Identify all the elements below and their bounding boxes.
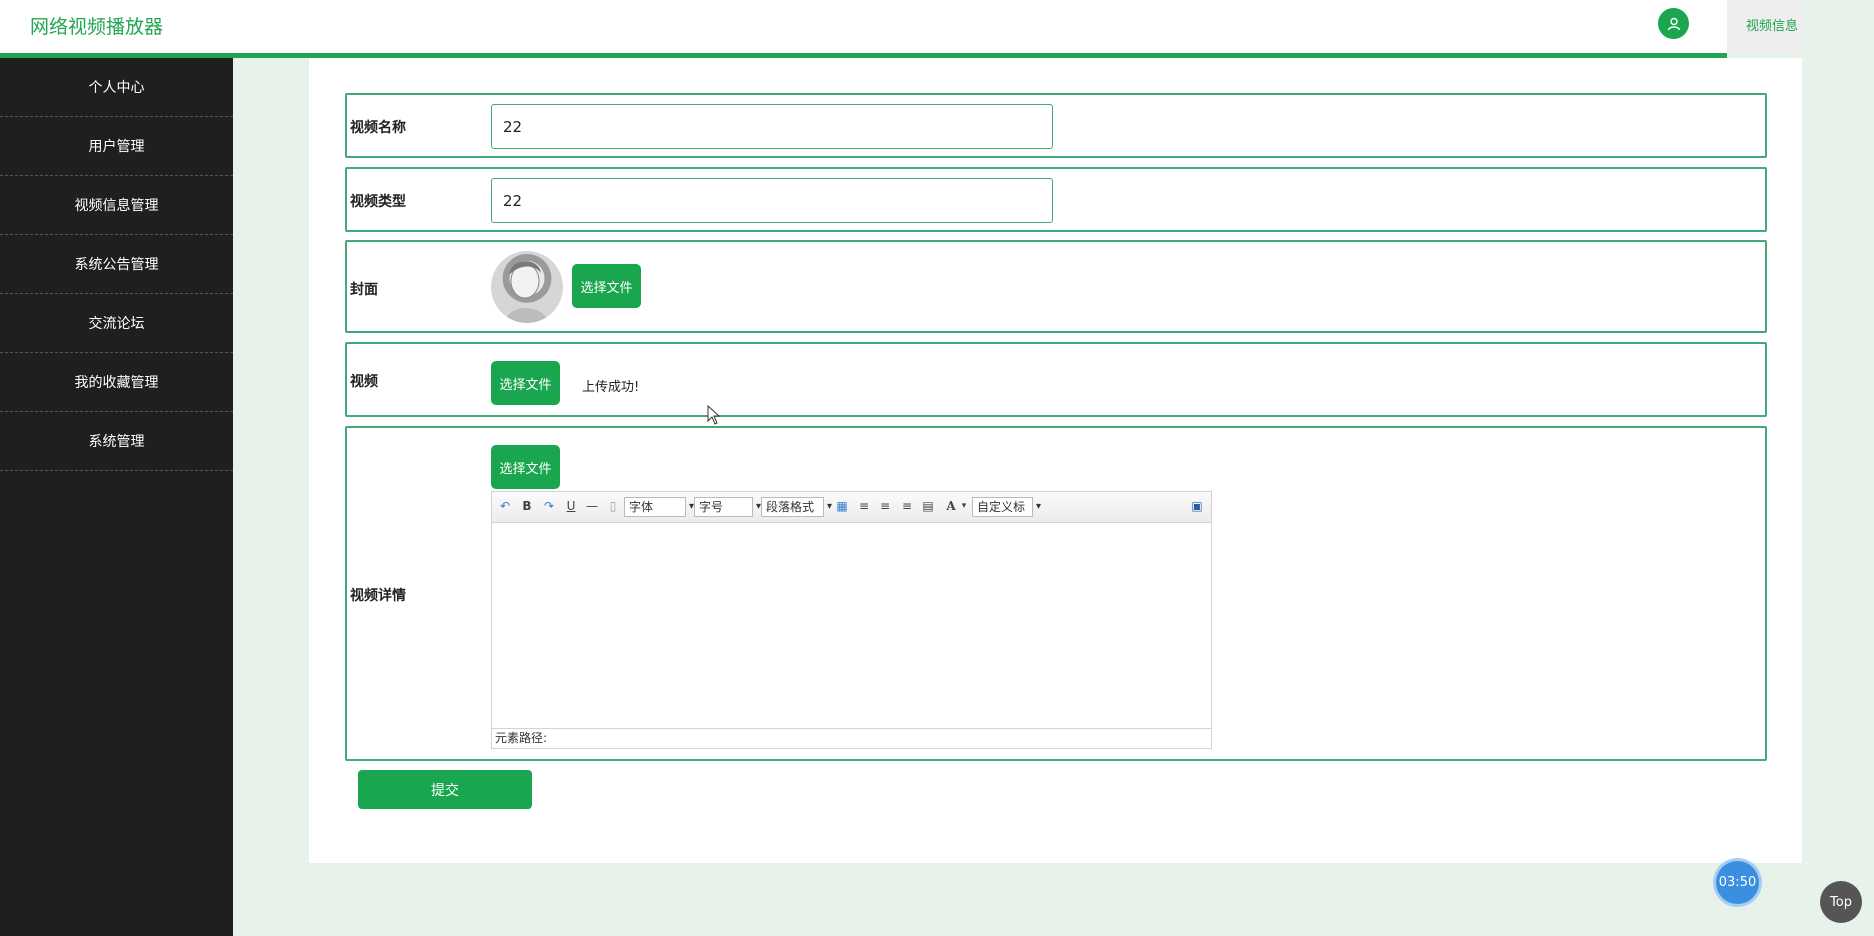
video-name-input[interactable] [491,104,1053,149]
sidebar-item-favorites-management[interactable]: 我的收藏管理 [0,353,233,412]
underline-icon[interactable]: U [563,498,579,514]
sidebar-item-personal-center[interactable]: 个人中心 [0,58,233,117]
sidebar-item-system-management[interactable]: 系统管理 [0,412,233,471]
cover-choose-file-button[interactable]: 选择文件 [572,264,641,308]
fullscreen-icon[interactable]: ▣ [1189,498,1205,514]
align-right-icon[interactable]: ≡ [877,498,893,514]
mouse-cursor-icon [707,405,721,425]
name-label: 视频名称 [350,120,406,136]
sidebar: 个人中心 用户管理 视频信息管理 系统公告管理 交流论坛 我的收藏管理 系统管理 [0,58,233,936]
user-icon [1667,17,1680,30]
back-to-top-button[interactable]: Top [1820,881,1862,923]
align-justify-icon[interactable]: ▤ [920,498,936,514]
top-header: 网络视频播放器 [0,0,1727,58]
editor-toolbar: ↶ B ↷ U — ▯ 字体 字号 段落格式 ▦ ≡ ≡ ≡ ▤ A ▾ 自定义… [492,492,1211,523]
form-card: 视频名称 视频类型 封面 选择文件 视频 选择文件 上传成功! 视频详情 选择文… [309,58,1802,863]
detail-label: 视频详情 [350,588,406,604]
custom-title-select[interactable]: 自定义标 [972,497,1041,517]
sidebar-item-video-info-management[interactable]: 视频信息管理 [0,176,233,235]
sidebar-item-user-management[interactable]: 用户管理 [0,117,233,176]
bold-icon[interactable]: B [519,498,535,514]
paragraph-format-select[interactable]: 段落格式 [761,497,832,517]
rich-text-editor: ↶ B ↷ U — ▯ 字体 字号 段落格式 ▦ ≡ ≡ ≡ ▤ A ▾ 自定义… [491,491,1212,749]
redo-icon[interactable]: ↷ [541,498,557,514]
sidebar-item-forum[interactable]: 交流论坛 [0,294,233,353]
form-row-detail: 视频详情 选择文件 ↶ B ↷ U — ▯ 字体 字号 段落格式 ▦ ≡ ≡ ≡… [345,426,1767,761]
form-row-cover: 封面 选择文件 [345,240,1767,333]
video-type-input[interactable] [491,178,1053,223]
table-icon[interactable]: ▦ [834,498,850,514]
video-label: 视频 [350,374,378,390]
font-color-dropdown-icon[interactable]: ▾ [956,498,972,514]
header-tab-video-info[interactable]: 视频信息 [1727,0,1802,53]
type-label: 视频类型 [350,194,406,210]
cover-label: 封面 [350,282,378,298]
editor-element-path: 元素路径: [492,728,1211,748]
header-tab-label: 视频信息 [1745,19,1798,34]
form-row-type: 视频类型 [345,167,1767,232]
font-family-select[interactable]: 字体 [624,497,694,517]
undo-icon[interactable]: ↶ [497,498,513,514]
video-choose-file-button[interactable]: 选择文件 [491,361,560,405]
sidebar-item-announcement-management[interactable]: 系统公告管理 [0,235,233,294]
detail-choose-file-button[interactable]: 选择文件 [491,445,560,489]
upload-status-text: 上传成功! [582,380,640,395]
font-size-select[interactable]: 字号 [694,497,761,517]
paste-icon[interactable]: ▯ [605,498,621,514]
editor-content-area[interactable] [492,523,1211,729]
align-center-icon[interactable]: ≡ [899,498,915,514]
form-row-name: 视频名称 [345,93,1767,158]
horizontal-rule-icon[interactable]: — [584,498,600,514]
align-left-icon[interactable]: ≡ [856,498,872,514]
timer-badge: 03:50 [1716,861,1759,904]
cover-image [491,251,563,323]
cover-portrait-icon [505,261,549,323]
form-row-video: 视频 选择文件 上传成功! [345,342,1767,417]
user-avatar[interactable] [1658,8,1689,39]
app-title: 网络视频播放器 [30,16,164,38]
submit-button[interactable]: 提交 [358,770,532,809]
